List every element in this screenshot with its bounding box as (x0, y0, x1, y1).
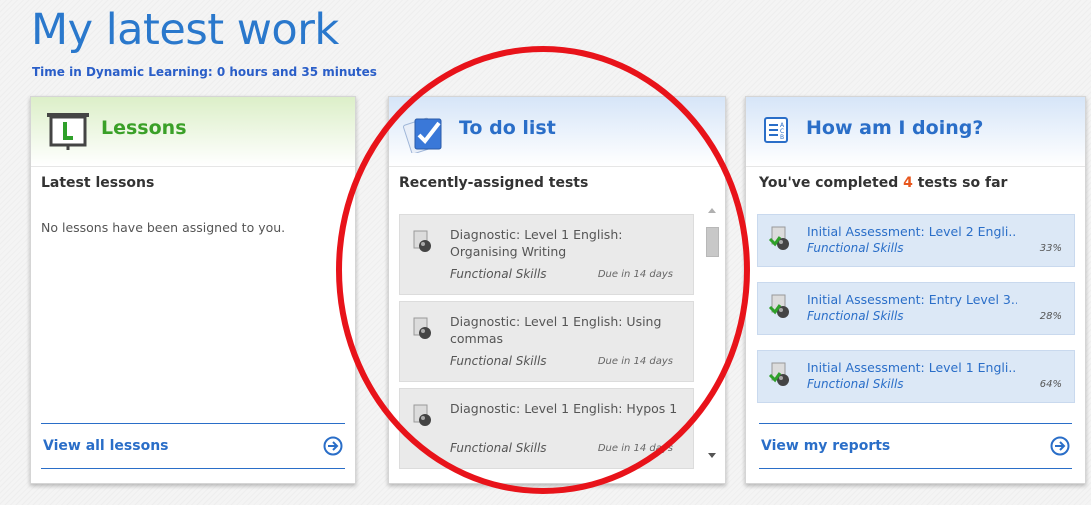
tests-completed-count: 4 (903, 175, 913, 191)
latest-lessons-heading: Latest lessons (41, 175, 155, 191)
todo-item-title[interactable]: Diagnostic: Level 1 English: Using comma… (450, 313, 680, 347)
todo-title: To do list (459, 117, 556, 139)
summary-suffix: tests so far (912, 175, 1008, 191)
view-all-lessons-label[interactable]: View all lessons (43, 438, 169, 454)
how-am-i-doing-panel: A C B How am I doing? You've completed 4… (745, 96, 1086, 484)
lesson-board-icon (45, 111, 91, 155)
how-am-i-doing-title: How am I doing? (806, 117, 984, 139)
scroll-thumb[interactable] (706, 227, 719, 257)
todo-item-due: Due in 14 days (597, 269, 673, 280)
todo-item-due: Due in 14 days (597, 443, 673, 454)
todo-item[interactable]: Diagnostic: Level 1 English: Hypos 1 Fun… (399, 388, 694, 469)
todo-item-due: Due in 14 days (597, 356, 673, 367)
report-item-title[interactable]: Initial Assessment: Entry Level 3... (807, 292, 1017, 307)
lessons-panel: Lessons Latest lessons No lessons have b… (30, 96, 356, 484)
todo-item-title[interactable]: Diagnostic: Level 1 English: Hypos 1 (450, 400, 680, 417)
todo-header: To do list (389, 97, 725, 167)
time-in-dynamic-learning: Time in Dynamic Learning: 0 hours and 35… (32, 65, 377, 79)
no-lessons-message: No lessons have been assigned to you. (41, 220, 286, 235)
todo-item-subject: Functional Skills (450, 441, 547, 455)
todo-item-subject: Functional Skills (450, 267, 547, 281)
test-paper-icon (412, 403, 434, 433)
todo-item-subject: Functional Skills (450, 354, 547, 368)
test-paper-icon (412, 229, 434, 259)
page-title: My latest work (31, 5, 339, 55)
test-paper-icon (412, 316, 434, 346)
report-item[interactable]: Initial Assessment: Entry Level 3... Fun… (757, 282, 1075, 335)
todo-item-title[interactable]: Diagnostic: Level 1 English: Organising … (450, 226, 680, 260)
todo-panel: To do list Recently-assigned tests Diagn… (388, 96, 726, 484)
lessons-title: Lessons (101, 117, 187, 139)
report-item-percent: 64% (1039, 379, 1062, 390)
todo-item[interactable]: Diagnostic: Level 1 English: Using comma… (399, 301, 694, 382)
summary-prefix: You've completed (759, 175, 904, 191)
view-all-lessons-link[interactable]: View all lessons (41, 423, 345, 469)
recently-assigned-heading: Recently-assigned tests (399, 175, 589, 191)
report-item[interactable]: Initial Assessment: Level 1 Engli... Fun… (757, 350, 1075, 403)
report-item-subject: Functional Skills (807, 241, 904, 255)
svg-text:B: B (780, 134, 784, 141)
report-item-percent: 33% (1039, 243, 1062, 254)
scroll-down-arrow-icon[interactable] (708, 453, 716, 458)
tests-completed-summary: You've completed 4 tests so far (759, 175, 1007, 191)
completed-test-icon (768, 225, 794, 257)
todo-scrollbar[interactable] (704, 208, 720, 468)
completed-test-icon (768, 361, 794, 393)
view-my-reports-link[interactable]: View my reports (759, 423, 1072, 469)
report-item-percent: 28% (1039, 311, 1062, 322)
checklist-icon (403, 111, 447, 157)
view-my-reports-label[interactable]: View my reports (761, 438, 890, 454)
todo-list: Diagnostic: Level 1 English: Organising … (399, 214, 695, 474)
completed-test-icon (768, 293, 794, 325)
report-item-subject: Functional Skills (807, 377, 904, 391)
scroll-up-arrow-icon[interactable] (708, 208, 716, 213)
arrow-right-circle-icon[interactable] (323, 436, 343, 460)
report-list-icon: A C B (764, 117, 788, 147)
report-item-subject: Functional Skills (807, 309, 904, 323)
report-item-title[interactable]: Initial Assessment: Level 2 Engli... (807, 224, 1017, 239)
report-item[interactable]: Initial Assessment: Level 2 Engli... Fun… (757, 214, 1075, 267)
report-item-title[interactable]: Initial Assessment: Level 1 Engli... (807, 360, 1017, 375)
arrow-right-circle-icon[interactable] (1050, 436, 1070, 460)
todo-item[interactable]: Diagnostic: Level 1 English: Organising … (399, 214, 694, 295)
how-am-i-doing-header: A C B How am I doing? (746, 97, 1085, 167)
lessons-header: Lessons (31, 97, 355, 167)
